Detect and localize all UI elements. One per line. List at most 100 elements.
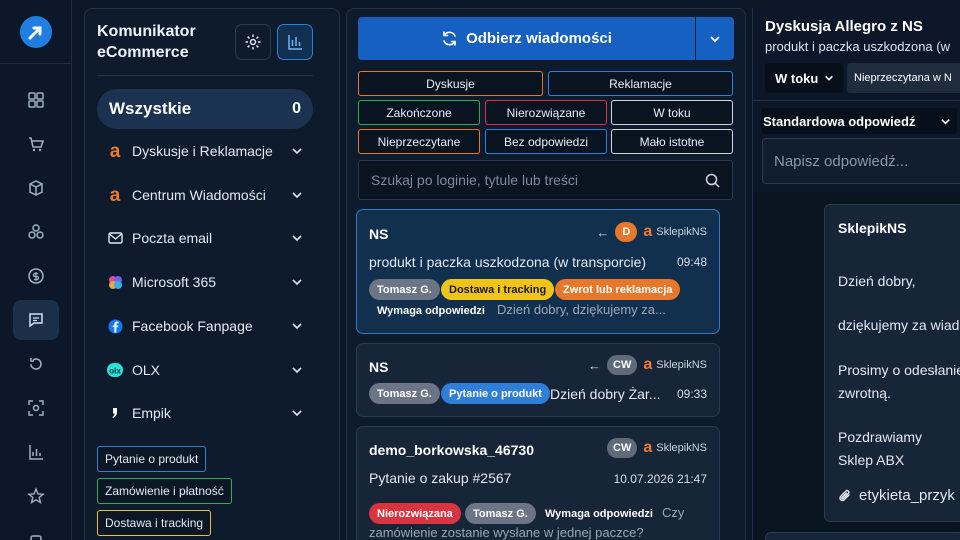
shop-name: SklepikNS bbox=[656, 359, 707, 371]
search-box bbox=[358, 160, 733, 200]
template-select[interactable]: Standardowa odpowiedź bbox=[761, 108, 957, 134]
conversation-card[interactable]: NS ← CW a SklepikNS Tomasz G. Pytanie o … bbox=[356, 343, 720, 417]
filter-no-reply[interactable]: Bez odpowiedzi bbox=[485, 129, 607, 154]
fetch-options-dropdown[interactable] bbox=[696, 17, 734, 60]
olx-icon: olx bbox=[107, 362, 123, 378]
message-line: Pozdrawiamy bbox=[838, 429, 923, 445]
conversation-card[interactable]: demo_borkowska_46730 CW a SklepikNS Pyta… bbox=[356, 426, 720, 540]
scan-icon[interactable] bbox=[13, 388, 59, 428]
arrow-left-icon: ← bbox=[596, 224, 610, 240]
chevron-down-icon bbox=[292, 279, 302, 286]
facebook-icon bbox=[107, 318, 123, 334]
tag-order-payment[interactable]: Zamówienie i płatność bbox=[97, 478, 232, 504]
chevron-down-icon bbox=[292, 410, 302, 417]
fetch-messages-button[interactable]: Odbierz wiadomości bbox=[358, 17, 695, 60]
reply-input[interactable] bbox=[774, 152, 954, 170]
filter-in-progress[interactable]: W toku bbox=[611, 100, 733, 125]
message-line: Dzień dobry, bbox=[838, 273, 916, 289]
all-messages-filter[interactable]: Wszystkie 0 bbox=[97, 89, 313, 129]
allegro-icon: a bbox=[643, 223, 653, 240]
conversation-subject: Pytanie o zakup #2567 bbox=[369, 470, 512, 486]
message-bubble bbox=[765, 532, 960, 540]
cart-icon[interactable] bbox=[13, 124, 59, 164]
type-badge: D bbox=[615, 222, 638, 242]
messages-icon[interactable] bbox=[13, 300, 59, 340]
chevron-down-icon bbox=[292, 235, 302, 242]
conversation-subject: produkt i paczka uszkodzona (w transporc… bbox=[369, 254, 647, 270]
message-preview: Dzień dobry Żar... bbox=[550, 386, 660, 402]
assignee-pill: Tomasz G. bbox=[465, 503, 536, 524]
tag-pill: Pytanie o produkt bbox=[441, 383, 550, 404]
tag-delivery-tracking[interactable]: Dostawa i tracking bbox=[97, 510, 212, 536]
status-pill: Wymaga odpowiedzi bbox=[377, 304, 485, 317]
conversation-author: NS bbox=[369, 359, 389, 375]
message-line: Prosimy o odesłanie bbox=[838, 362, 960, 378]
assignee-pill: Tomasz G. bbox=[369, 383, 440, 404]
chevron-down-icon bbox=[292, 192, 302, 199]
source-microsoft365[interactable]: Microsoft 365 bbox=[107, 270, 303, 294]
message-line: zwrotną. bbox=[838, 385, 891, 401]
settings-button[interactable] bbox=[235, 24, 271, 60]
payments-icon[interactable] bbox=[13, 256, 59, 296]
allegro-icon: a bbox=[109, 140, 121, 162]
status-select[interactable]: W toku bbox=[765, 63, 843, 93]
conversation-card[interactable]: NS ← D a SklepikNS produkt i paczka uszk… bbox=[356, 209, 720, 334]
statistics-button[interactable] bbox=[277, 24, 313, 60]
allegro-icon: a bbox=[643, 439, 653, 456]
chart-icon bbox=[288, 35, 302, 50]
app-brand: Komunikator eCommerce bbox=[97, 23, 196, 61]
conversation-time: 09:48 bbox=[676, 255, 707, 269]
tag-pill: Zwrot lub reklamacja bbox=[555, 279, 681, 300]
shop-name: SklepikNS bbox=[656, 226, 707, 238]
type-badge: CW bbox=[607, 438, 638, 458]
shop-name: SklepikNS bbox=[656, 442, 707, 454]
filter-unread[interactable]: Nieprzeczytane bbox=[358, 129, 480, 154]
svg-text:olx: olx bbox=[109, 367, 121, 376]
filter-closed[interactable]: Zakończone bbox=[358, 100, 480, 125]
reports-icon[interactable] bbox=[13, 432, 59, 472]
mail-icon bbox=[107, 230, 123, 246]
message-line: dziękujemy za wiado bbox=[838, 317, 960, 333]
conversation-time: 09:33 bbox=[676, 387, 707, 401]
integrations-icon[interactable] bbox=[13, 212, 59, 252]
attachment-link[interactable]: etykieta_przyk bbox=[838, 487, 955, 504]
more-icon[interactable] bbox=[13, 520, 59, 540]
gear-icon bbox=[245, 34, 261, 50]
reply-box bbox=[762, 138, 960, 184]
source-facebook[interactable]: Facebook Fanpage bbox=[107, 314, 303, 338]
source-allegro-discussions[interactable]: a Dyskusje i Reklamacje bbox=[107, 139, 303, 163]
chevron-down-icon bbox=[941, 118, 950, 125]
allegro-icon: a bbox=[643, 356, 653, 373]
search-input[interactable] bbox=[371, 172, 705, 188]
filter-complaints[interactable]: Reklamacje bbox=[548, 71, 733, 96]
message-preview-continued: zamówienie zostanie wysłane w jednej pac… bbox=[369, 525, 644, 540]
conversation-time: 10.07.2026 21:47 bbox=[613, 472, 707, 486]
tag-product-question[interactable]: Pytanie o produkt bbox=[97, 446, 207, 472]
paperclip-icon bbox=[839, 489, 850, 501]
search-icon bbox=[705, 173, 720, 188]
source-email[interactable]: Poczta email bbox=[107, 226, 303, 250]
status-pill: Nierozwiązana bbox=[369, 503, 461, 524]
icon-rail bbox=[0, 0, 72, 540]
tag-pill: Dostawa i tracking bbox=[441, 279, 555, 300]
conversation-title: Dyskusja Allegro z NS bbox=[765, 18, 923, 35]
source-allegro-messages[interactable]: a Centrum Wiadomości bbox=[107, 183, 303, 207]
source-olx[interactable]: olx OLX bbox=[107, 358, 303, 382]
refresh-icon bbox=[443, 31, 456, 46]
sources-panel: Komunikator eCommerce Wszystkie 0 a Dysku… bbox=[84, 8, 340, 540]
message-sender: SklepikNS bbox=[838, 220, 907, 236]
chevron-down-icon bbox=[292, 367, 302, 374]
allegro-icon: a bbox=[109, 184, 121, 206]
app-logo[interactable] bbox=[20, 16, 52, 48]
filter-low-priority[interactable]: Mało istotne bbox=[611, 129, 733, 154]
filter-unresolved[interactable]: Nierozwiązane bbox=[485, 100, 607, 125]
dashboard-icon[interactable] bbox=[13, 80, 59, 120]
package-icon[interactable] bbox=[13, 168, 59, 208]
filter-discussions[interactable]: Dyskusje bbox=[358, 71, 543, 96]
conversation-author: NS bbox=[369, 226, 389, 242]
read-status-select[interactable]: Nieprzeczytana w N bbox=[847, 63, 960, 93]
returns-icon[interactable] bbox=[13, 344, 59, 384]
conversation-detail-panel: Dyskusja Allegro z NS produkt i paczka u… bbox=[752, 8, 960, 540]
star-icon[interactable] bbox=[13, 476, 59, 516]
source-empik[interactable]: Empik bbox=[107, 401, 303, 425]
